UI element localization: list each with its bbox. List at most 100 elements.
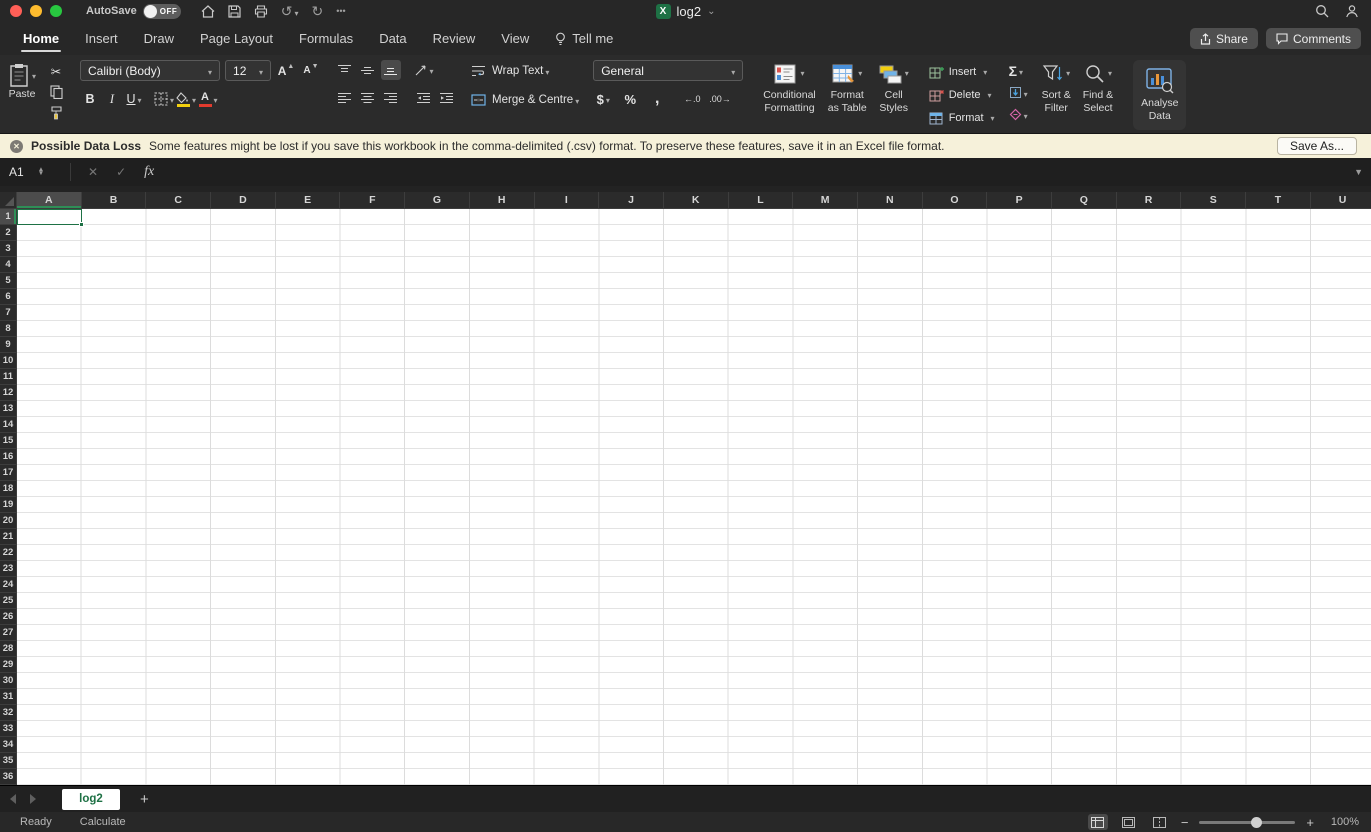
print-button[interactable] [254, 4, 268, 18]
merge-centre-caret-icon[interactable] [573, 93, 579, 107]
add-sheet-button[interactable]: + [140, 791, 149, 808]
undo-caret-icon[interactable] [292, 4, 298, 19]
zoom-slider-thumb[interactable] [1251, 816, 1263, 828]
status-calculate[interactable]: Calculate [80, 816, 126, 828]
row-header-23[interactable]: 23 [0, 561, 17, 577]
number-format-select[interactable]: General [593, 60, 744, 81]
title-caret-icon[interactable] [707, 4, 715, 19]
page-break-view-button[interactable] [1150, 814, 1170, 830]
currency-button[interactable]: $ [593, 89, 613, 109]
analyse-data-button[interactable]: Analyse Data [1133, 60, 1187, 130]
comments-button[interactable]: Comments [1265, 28, 1361, 49]
tab-tell-me[interactable]: Tell me [555, 22, 613, 55]
select-all-corner[interactable] [0, 192, 17, 209]
format-painter-button[interactable] [46, 104, 66, 122]
previous-sheet-button[interactable] [10, 794, 16, 804]
column-header-D[interactable]: D [211, 192, 276, 209]
paste-button[interactable]: Paste [8, 60, 36, 101]
row-header-31[interactable]: 31 [0, 689, 17, 705]
autosave-toggle[interactable]: OFF [142, 3, 181, 19]
home-quick-button[interactable] [201, 4, 215, 18]
name-box-stepper[interactable]: ▲ ▼ [38, 167, 44, 176]
format-cells-button[interactable]: Format [929, 107, 995, 129]
row-header-6[interactable]: 6 [0, 289, 17, 305]
row-header-30[interactable]: 30 [0, 673, 17, 689]
tab-review[interactable]: Review [433, 22, 476, 55]
zoom-out-button[interactable]: − [1181, 815, 1189, 830]
name-box[interactable]: A1 ▲ ▼ [0, 165, 62, 179]
tab-insert[interactable]: Insert [85, 22, 118, 55]
column-header-E[interactable]: E [275, 192, 341, 209]
increase-font-size-button[interactable]: A ▲ [276, 61, 296, 81]
save-as-button[interactable]: Save As... [1276, 137, 1357, 155]
insert-cells-button[interactable]: Insert [929, 61, 995, 83]
borders-button[interactable] [154, 89, 174, 109]
wrap-text-caret-icon[interactable] [543, 64, 549, 78]
column-header-Q[interactable]: Q [1052, 192, 1117, 209]
fill-handle[interactable] [78, 222, 84, 227]
sort-filter-button[interactable]: Sort &Filter [1036, 60, 1077, 130]
row-header-5[interactable]: 5 [0, 273, 17, 289]
align-right-button[interactable] [381, 88, 401, 108]
row-header-11[interactable]: 11 [0, 369, 17, 385]
normal-view-button[interactable] [1087, 814, 1108, 830]
row-header-20[interactable]: 20 [0, 513, 17, 529]
font-color-caret-icon[interactable] [212, 92, 218, 106]
formula-bar-expand-icon[interactable] [1354, 167, 1363, 177]
column-header-C[interactable]: C [146, 192, 212, 209]
fill-button[interactable] [1009, 82, 1028, 103]
cut-button[interactable]: ✂ [46, 62, 66, 80]
confirm-entry-button[interactable] [116, 165, 126, 179]
align-center-button[interactable] [358, 88, 378, 108]
formula-input[interactable] [163, 158, 1354, 186]
tab-page-layout[interactable]: Page Layout [200, 22, 273, 55]
row-header-19[interactable]: 19 [0, 497, 17, 513]
redo-button[interactable]: ↻ [312, 4, 324, 18]
font-color-button[interactable]: A [198, 89, 218, 109]
zoom-slider[interactable] [1199, 816, 1296, 828]
undo-button[interactable]: ↺ [281, 4, 299, 19]
currency-caret-icon[interactable] [604, 92, 610, 106]
next-sheet-button[interactable] [30, 794, 36, 804]
conditional-formatting-button[interactable]: ConditionalFormatting [757, 60, 822, 130]
column-header-T[interactable]: T [1246, 192, 1311, 209]
wrap-text-button[interactable]: Wrap Text [471, 61, 549, 81]
share-button[interactable]: Share [1189, 28, 1258, 49]
save-button[interactable] [228, 4, 241, 18]
font-name-select[interactable]: Calibri (Body) [80, 60, 221, 81]
minimize-window-button[interactable] [30, 5, 42, 17]
row-header-16[interactable]: 16 [0, 449, 17, 465]
zoom-level[interactable]: 100% [1325, 816, 1359, 828]
row-header-36[interactable]: 36 [0, 769, 17, 785]
row-header-17[interactable]: 17 [0, 465, 17, 481]
row-header-4[interactable]: 4 [0, 257, 17, 273]
zoom-window-button[interactable] [50, 5, 62, 17]
row-header-14[interactable]: 14 [0, 417, 17, 433]
copy-button[interactable] [46, 83, 66, 101]
row-header-24[interactable]: 24 [0, 577, 17, 593]
row-header-25[interactable]: 25 [0, 593, 17, 609]
column-header-P[interactable]: P [987, 192, 1052, 209]
percent-button[interactable]: % [620, 89, 640, 109]
row-header-32[interactable]: 32 [0, 705, 17, 721]
orientation-caret-icon[interactable] [428, 63, 434, 77]
row-header-27[interactable]: 27 [0, 625, 17, 641]
row-header-15[interactable]: 15 [0, 433, 17, 449]
fill-color-caret-icon[interactable] [190, 92, 196, 106]
page-layout-view-button[interactable] [1119, 814, 1139, 830]
tab-data[interactable]: Data [379, 22, 406, 55]
column-header-O[interactable]: O [922, 192, 988, 209]
align-middle-button[interactable] [358, 60, 378, 80]
row-header-2[interactable]: 2 [0, 225, 17, 241]
search-button[interactable] [1315, 4, 1329, 18]
sheet-tab-log2[interactable]: log2 [62, 788, 120, 810]
orientation-button[interactable] [414, 60, 434, 80]
borders-caret-icon[interactable] [168, 92, 174, 106]
column-header-U[interactable]: U [1310, 192, 1371, 209]
font-size-select[interactable]: 12 [225, 60, 272, 81]
decrease-indent-button[interactable] [414, 88, 434, 108]
column-header-R[interactable]: R [1116, 192, 1182, 209]
row-header-21[interactable]: 21 [0, 529, 17, 545]
row-header-13[interactable]: 13 [0, 401, 17, 417]
insert-function-button[interactable]: fx [144, 164, 154, 180]
